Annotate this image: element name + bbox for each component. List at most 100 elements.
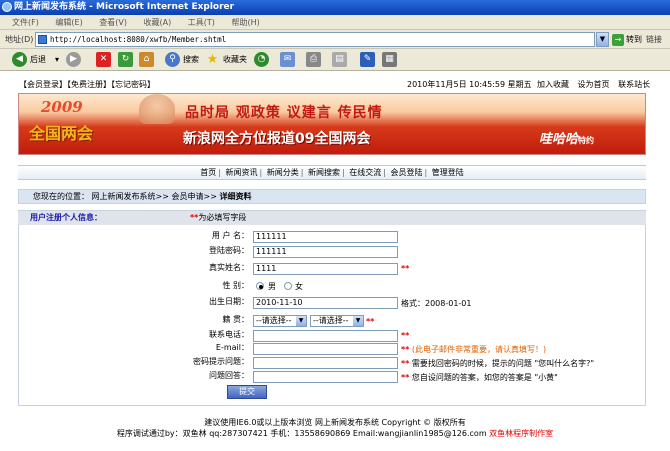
gender-male-label: 男 — [268, 282, 276, 291]
required-note: **为必填写字段 — [190, 213, 247, 222]
menu-view[interactable]: 查看(V) — [99, 18, 127, 27]
gender-female-label: 女 — [295, 282, 303, 291]
chevron-down-icon: ▼ — [353, 316, 363, 326]
links-label[interactable]: 链接 — [646, 34, 662, 45]
question-input[interactable] — [253, 357, 398, 369]
nav-news[interactable]: 新闻资讯 — [226, 168, 258, 177]
birthday-format-hint: 格式：2008-01-01 — [401, 299, 472, 308]
nav-home[interactable]: 首页 — [200, 168, 216, 177]
footer-copyright: 建议使用IE6.0或以上版本浏览 网上新闻发布系统 Copyright © 版权… — [204, 418, 466, 427]
back-arrow-icon: ◀ — [12, 52, 27, 67]
answer-input[interactable] — [253, 371, 398, 383]
messenger-icon: ✎ — [360, 52, 375, 67]
menu-file[interactable]: 文件(F) — [12, 18, 39, 27]
banner-event: 全国两会 — [29, 124, 94, 143]
go-arrow-icon: → — [612, 34, 624, 46]
nav-search[interactable]: 新闻搜索 — [308, 168, 340, 177]
province-select[interactable]: --请选择-- ▼ — [253, 315, 307, 327]
email-input[interactable] — [253, 343, 398, 355]
main-nav: 首页 | 新闻资讯 | 新闻分类 | 新闻搜索 | 在线交流 | 会员登陆 | 管理登陆 — [18, 165, 646, 180]
birthday-input[interactable]: 2010-11-10 — [253, 297, 398, 309]
top-info-bar: 【会员登录】【免费注册】【忘记密码】 2010年11月5日 10:45:59 星… — [15, 78, 650, 91]
back-button[interactable]: ◀ 后退 — [12, 52, 46, 68]
menu-edit[interactable]: 编辑(E) — [55, 18, 82, 27]
gender-female-radio[interactable] — [284, 282, 292, 290]
add-favorite-link[interactable]: 加入收藏 — [537, 80, 569, 89]
address-label: 地址(D) — [5, 35, 34, 44]
set-home-link[interactable]: 设为首页 — [578, 80, 610, 89]
nav-member-login[interactable]: 会员登陆 — [391, 168, 423, 177]
edit-icon: ▤ — [332, 52, 347, 67]
email-note: ** (此电子邮件非常重要，请认真填写！) — [401, 345, 547, 354]
answer-note: ** 您自设问题的答案，如您的答案是 "小黄" — [401, 373, 558, 382]
mail-icon: ✉ — [280, 52, 295, 67]
nav-categories[interactable]: 新闻分类 — [267, 168, 299, 177]
menu-bar: 文件(F) 编辑(E) 查看(V) 收藏(A) 工具(T) 帮助(H) — [0, 15, 670, 30]
research-icon: ▦ — [382, 52, 397, 67]
realname-label: 真实姓名： — [209, 263, 249, 272]
site-links: 加入收藏 设为首页 联系站长 — [537, 79, 656, 90]
submit-button[interactable]: 提交 — [227, 385, 267, 399]
breadcrumb-prefix: 您现在的位置： — [33, 192, 89, 201]
ie-logo-icon — [2, 2, 12, 12]
phone-input[interactable] — [253, 330, 398, 342]
menu-help[interactable]: 帮助(H) — [231, 18, 259, 27]
city-select[interactable]: --请选择-- ▼ — [310, 315, 364, 327]
page-icon — [38, 35, 47, 44]
search-button[interactable]: ⚲ 搜索 — [165, 52, 199, 68]
address-url: http://localhost:8080/xwfb/Member.shtml — [50, 35, 227, 44]
banner-sponsor: 哇哈哈特约 — [539, 132, 595, 147]
gender-label: 性 别： — [222, 281, 249, 290]
print-icon: ⎙ — [306, 52, 321, 67]
stop-icon: ✕ — [96, 52, 111, 67]
chevron-down-icon: ▼ — [296, 316, 306, 326]
go-label: 转到 — [626, 35, 642, 44]
go-button[interactable]: → 转到 — [612, 33, 642, 47]
nav-admin-login[interactable]: 管理登陆 — [432, 168, 464, 177]
search-icon: ⚲ — [165, 52, 180, 67]
back-label: 后退 — [30, 55, 46, 64]
breadcrumb-path[interactable]: 网上新闻发布系统>> 会员申请>> — [92, 192, 217, 201]
realname-input[interactable]: 1111 — [253, 263, 398, 275]
banner-image: 2009 全国两会 品时局 观政策 议建言 传民情 新浪网全方位报道09全国两会… — [18, 93, 646, 155]
date-time: 2010年11月5日 10:45:59 星期五 — [407, 80, 532, 89]
question-label: 密码提示问题： — [193, 357, 249, 366]
address-bar: 地址(D) http://localhost:8080/xwfb/Member.… — [0, 30, 670, 49]
menu-favorites[interactable]: 收藏(A) — [144, 18, 172, 27]
address-dropdown-icon[interactable]: ▼ — [596, 32, 609, 47]
address-input[interactable]: http://localhost:8080/xwfb/Member.shtml — [35, 32, 595, 47]
breadcrumb: 您现在的位置： 网上新闻发布系统>> 会员申请>> 详细资料 — [18, 189, 646, 204]
username-label: 用 户 名： — [211, 231, 249, 240]
password-input[interactable]: 111111 — [253, 246, 398, 258]
native-required: ** — [366, 317, 375, 326]
gender-male-radio[interactable] — [256, 282, 264, 290]
email-label: E-mail： — [215, 343, 249, 352]
contact-link[interactable]: 联系站长 — [618, 80, 650, 89]
form-heading-row: 用户注册个人信息： **为必填写字段 — [18, 211, 646, 225]
browser-toolbar: ◀ 后退 ▾ ▶ ✕ ↻ ⌂ ⚲ 搜索 ★ 收藏夹 ◔ ✉ ⎙ ▤ ✎ ▦ — [0, 49, 670, 71]
forward-arrow-icon: ▶ — [66, 52, 81, 67]
phone-required: ** — [401, 331, 410, 340]
username-input[interactable]: 111111 — [253, 231, 398, 243]
window-title-bar: 网上新闻发布系统 - Microsoft Internet Explorer — [0, 0, 670, 15]
refresh-icon: ↻ — [118, 52, 133, 67]
window-title: 网上新闻发布系统 - Microsoft Internet Explorer — [14, 2, 235, 12]
nav-chat[interactable]: 在线交流 — [349, 168, 381, 177]
native-label: 籍 贯： — [222, 315, 249, 324]
home-icon: ⌂ — [139, 52, 154, 67]
banner-subtitle: 新浪网全方位报道09全国两会 — [183, 131, 371, 147]
favorites-button[interactable]: ★ 收藏夹 — [205, 52, 247, 68]
answer-label: 问题回答： — [209, 371, 249, 380]
menu-tools[interactable]: 工具(T) — [188, 18, 215, 27]
phone-label: 联系电话： — [209, 330, 249, 339]
back-dropdown-icon[interactable]: ▾ — [55, 52, 59, 68]
member-links[interactable]: 【会员登录】【免费注册】【忘记密码】 — [19, 79, 155, 90]
realname-required: ** — [401, 264, 410, 273]
history-icon: ◔ — [254, 52, 269, 67]
favorites-label: 收藏夹 — [223, 55, 247, 64]
star-icon: ★ — [206, 52, 219, 67]
search-label: 搜索 — [183, 55, 199, 64]
footer-contact: 程序调试通过by：双鱼林 qq:287307421 手机：13558690869… — [116, 429, 554, 438]
birthday-label: 出生日期： — [209, 297, 249, 306]
question-note: ** 需要找回密码的时候，提示的问题 "您叫什么名字?" — [401, 359, 595, 368]
